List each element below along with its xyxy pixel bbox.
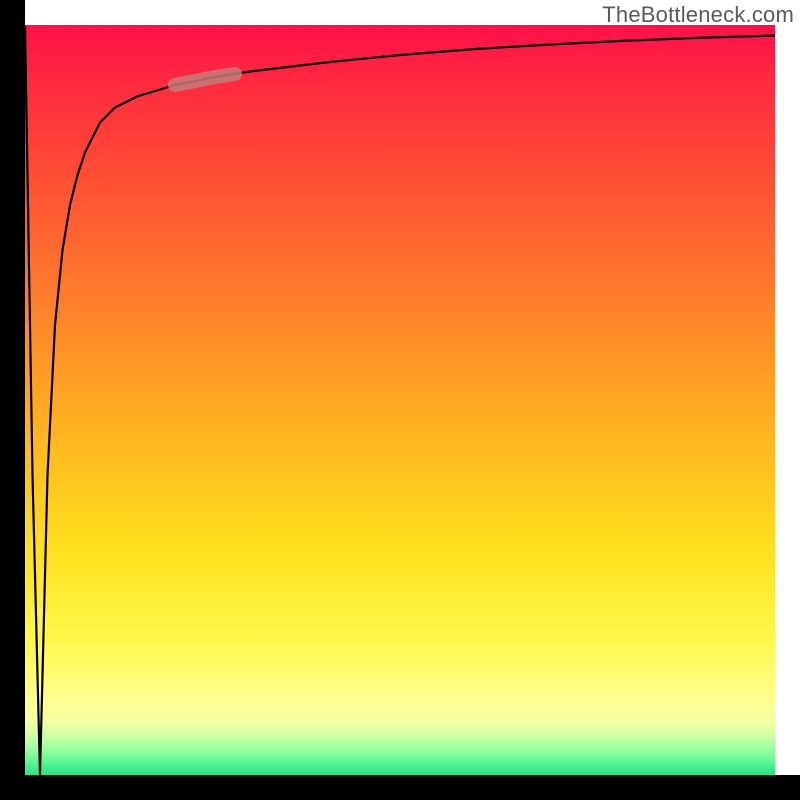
chart-canvas: TheBottleneck.com	[0, 0, 800, 800]
watermark-text: TheBottleneck.com	[602, 2, 794, 28]
plot-gradient-background	[25, 25, 775, 775]
x-axis-frame	[0, 775, 800, 800]
y-axis-frame	[0, 0, 25, 800]
